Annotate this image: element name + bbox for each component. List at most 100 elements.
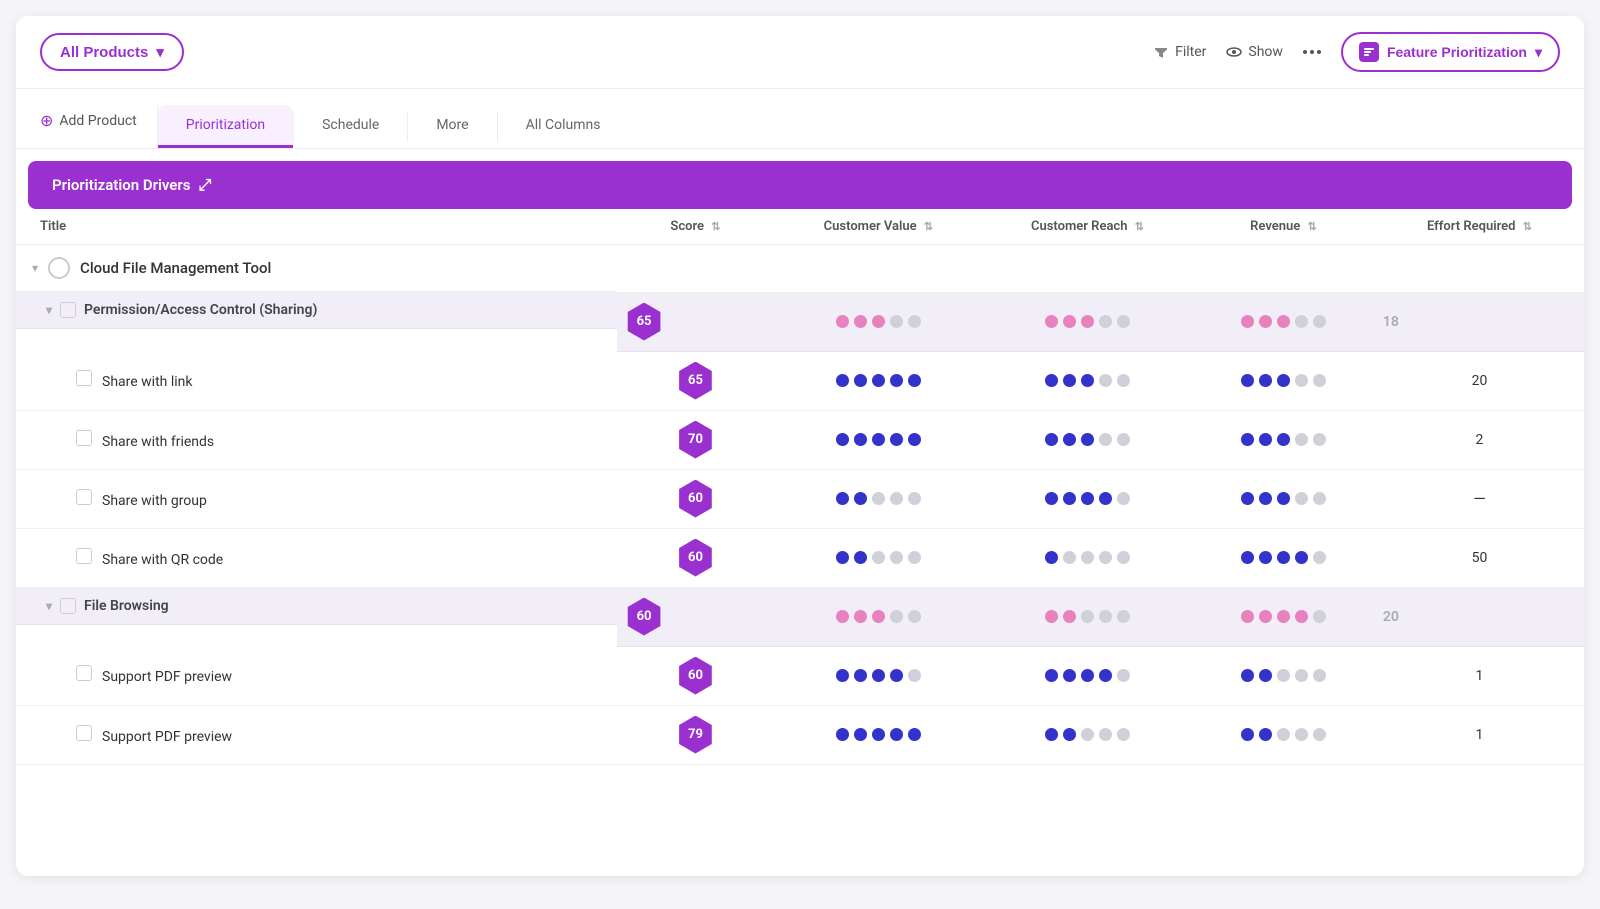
drivers-header-cell: Prioritization Drivers ⤢ xyxy=(16,149,1584,209)
subgroup-title-label: File Browsing xyxy=(84,598,169,614)
title-cell: ▾ Permission/Access Control (Sharing) xyxy=(16,292,617,329)
score-cell: 60 xyxy=(617,646,774,705)
tab-prioritization[interactable]: Prioritization xyxy=(158,105,293,148)
row-title-label: Support PDF preview xyxy=(102,669,232,685)
effort-cell: — xyxy=(1375,469,1584,528)
score-cell: 60 xyxy=(617,587,774,646)
effort-cell: 20 xyxy=(1375,587,1584,646)
effort-value: 20 xyxy=(1383,609,1399,625)
subgroup-title-label: Permission/Access Control (Sharing) xyxy=(84,302,317,318)
customer-value-cell xyxy=(774,351,983,410)
row-checkbox[interactable] xyxy=(76,725,92,741)
data-row: Share with friends702 xyxy=(16,410,1584,469)
score-cell: 70 xyxy=(617,410,774,469)
title-cell: Share with group xyxy=(16,469,617,528)
chevron-down-icon: ▾ xyxy=(156,43,164,61)
more-actions[interactable] xyxy=(1303,50,1321,54)
effort-value: 1 xyxy=(1476,668,1484,684)
col-customer-value: Customer Value ⇅ xyxy=(774,209,983,245)
customer-value-cell xyxy=(774,469,983,528)
revenue-cell xyxy=(1192,528,1375,587)
revenue-cell xyxy=(1192,292,1375,351)
data-row: Share with link 65 20 xyxy=(16,351,1584,410)
customer-reach-cell xyxy=(983,587,1192,646)
tab-more[interactable]: More xyxy=(408,105,496,148)
score-cell: 79 xyxy=(617,705,774,764)
row-title-label: Share with group xyxy=(102,493,207,509)
effort-value: 20 xyxy=(1472,373,1488,389)
title-cell: Support PDF preview xyxy=(16,705,617,764)
product-dropdown-label: All Products xyxy=(60,44,148,61)
filter-label: Filter xyxy=(1175,44,1206,60)
revenue-cell xyxy=(1192,469,1375,528)
subgroup-checkbox[interactable] xyxy=(60,598,76,614)
row-checkbox[interactable] xyxy=(76,489,92,505)
col-title: Title xyxy=(16,209,617,245)
tabs-area: Prioritization Schedule More All Columns xyxy=(157,105,1560,148)
cv-filter-icon[interactable]: ⇅ xyxy=(924,220,933,233)
row-title-label: Support PDF preview xyxy=(102,729,232,745)
subgroup-row: ▾ File Browsing 60 20 xyxy=(16,587,1584,646)
feature-chevron-icon: ▾ xyxy=(1535,44,1542,61)
score-cell: 60 xyxy=(617,469,774,528)
effort-value: 18 xyxy=(1383,314,1399,330)
header: All Products ▾ Filter Show xyxy=(16,16,1584,89)
row-title-label: Share with link xyxy=(102,374,192,390)
cr-filter-icon[interactable]: ⇅ xyxy=(1135,220,1144,233)
cloud-cv-cell xyxy=(774,245,983,293)
cloud-title-cell: ▾ Cloud File Management Tool xyxy=(16,245,617,292)
effort-filter-icon[interactable]: ⇅ xyxy=(1523,220,1532,233)
title-cell: ▾ File Browsing xyxy=(16,588,617,625)
effort-cell: 1 xyxy=(1375,705,1584,764)
feature-icon xyxy=(1359,42,1379,62)
dot2 xyxy=(1310,50,1314,54)
customer-reach-cell xyxy=(983,705,1192,764)
subgroup-checkbox[interactable] xyxy=(60,302,76,318)
tab-schedule[interactable]: Schedule xyxy=(294,105,407,148)
row-checkbox[interactable] xyxy=(76,370,92,386)
revenue-cell xyxy=(1192,646,1375,705)
feature-btn-label: Feature Prioritization xyxy=(1387,44,1527,60)
show-action[interactable]: Show xyxy=(1226,44,1283,60)
sub-header: ⊕ Add Product Prioritization Schedule Mo… xyxy=(16,89,1584,149)
title-cell: Share with QR code xyxy=(16,528,617,587)
customer-reach-cell xyxy=(983,528,1192,587)
add-product-button[interactable]: ⊕ Add Product xyxy=(40,111,137,142)
feature-prioritization-button[interactable]: Feature Prioritization ▾ xyxy=(1341,32,1560,72)
col-revenue: Revenue ⇅ xyxy=(1192,209,1375,245)
score-cell: 65 xyxy=(617,351,774,410)
row-checkbox[interactable] xyxy=(76,548,92,564)
revenue-cell xyxy=(1192,410,1375,469)
cloud-effort-cell xyxy=(1375,245,1584,293)
eye-icon xyxy=(1226,44,1242,60)
title-cell: Share with friends xyxy=(16,410,617,469)
effort-value: 1 xyxy=(1476,727,1484,743)
add-product-label: Add Product xyxy=(59,113,136,129)
content-area: Prioritization Drivers ⤢ Title Score ⇅ xyxy=(16,149,1584,765)
tab-all-columns[interactable]: All Columns xyxy=(498,105,629,148)
customer-reach-cell xyxy=(983,292,1192,351)
subgroup-chevron-icon[interactable]: ▾ xyxy=(46,303,52,317)
rev-filter-icon[interactable]: ⇅ xyxy=(1308,220,1317,233)
row-checkbox[interactable] xyxy=(76,665,92,681)
drivers-header-bar[interactable]: Prioritization Drivers ⤢ xyxy=(28,161,1572,209)
dot1 xyxy=(1303,50,1307,54)
customer-reach-cell xyxy=(983,410,1192,469)
subgroup-chevron-icon[interactable]: ▾ xyxy=(46,599,52,613)
score-filter-icon[interactable]: ⇅ xyxy=(711,220,720,233)
cloud-score-cell xyxy=(617,245,774,293)
row-checkbox[interactable] xyxy=(76,430,92,446)
plus-icon: ⊕ xyxy=(40,111,53,130)
effort-cell: 18 xyxy=(1375,292,1584,351)
cloud-rev-cell xyxy=(1192,245,1375,293)
revenue-cell xyxy=(1192,705,1375,764)
cloud-chevron-icon[interactable]: ▾ xyxy=(32,261,38,275)
cloud-circle-icon xyxy=(48,257,70,279)
subgroup-row: ▾Permission/Access Control (Sharing)6518 xyxy=(16,292,1584,351)
show-label: Show xyxy=(1248,44,1283,60)
drivers-bar-label: Prioritization Drivers xyxy=(52,176,190,194)
effort-cell: 1 xyxy=(1375,646,1584,705)
product-dropdown[interactable]: All Products ▾ xyxy=(40,33,184,71)
filter-action[interactable]: Filter xyxy=(1153,44,1206,60)
effort-value: — xyxy=(1473,489,1486,508)
